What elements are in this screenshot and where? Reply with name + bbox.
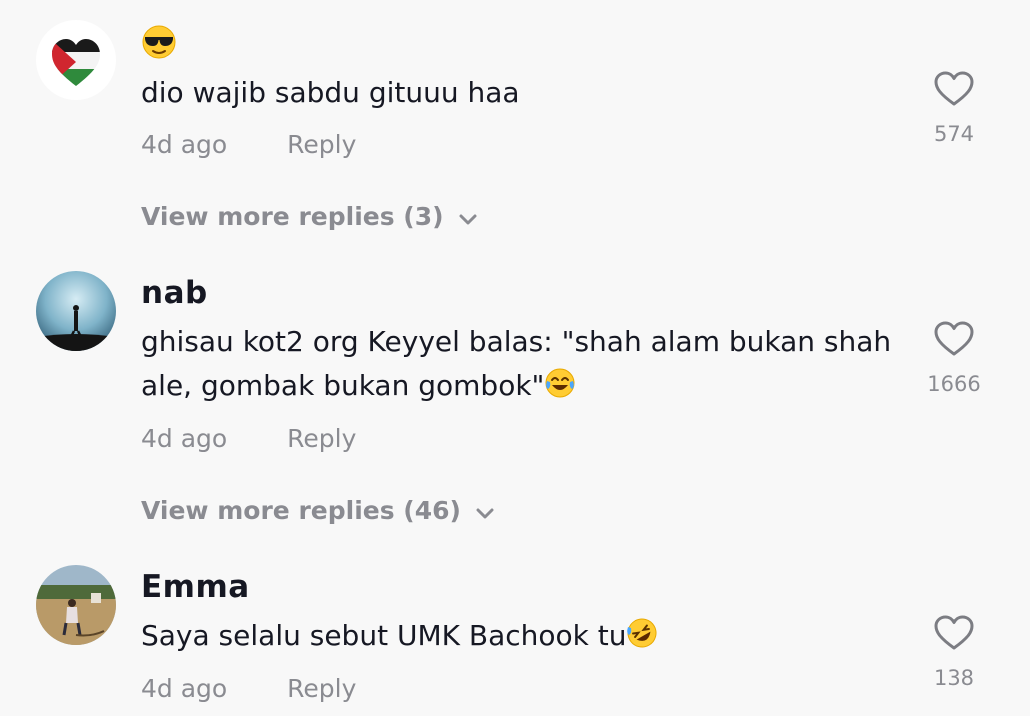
sunglasses-emoji-icon: [141, 24, 177, 64]
heart-icon[interactable]: [934, 321, 974, 357]
like-count: 1666: [927, 372, 981, 396]
reply-button[interactable]: Reply: [287, 424, 356, 453]
palestine-heart-icon: [52, 39, 100, 86]
heart-icon[interactable]: [934, 615, 974, 651]
reply-button[interactable]: Reply: [287, 674, 356, 703]
view-more-replies-button[interactable]: View more replies (46): [141, 496, 495, 527]
avatar[interactable]: [36, 20, 116, 100]
comment-text-line: Saya selalu sebut UMK Bachook tu: [141, 619, 627, 652]
comment-meta: 4d ago Reply: [141, 424, 356, 453]
chevron-down-icon: [458, 204, 478, 233]
chevron-down-icon: [475, 498, 495, 527]
heart-icon[interactable]: [934, 71, 974, 107]
comment-text: dio wajib sabdu gituuu haa: [141, 76, 520, 109]
comment-username[interactable]: nab: [141, 275, 208, 311]
comment-text-line: ale, gombak bukan gombok": [141, 369, 545, 402]
avatar[interactable]: [36, 271, 116, 351]
like-count: 574: [933, 122, 975, 146]
reply-button[interactable]: Reply: [287, 130, 356, 159]
comment-time: 4d ago: [141, 130, 228, 159]
comment-text-line: ghisau kot2 org Keyyel balas: "shah alam…: [141, 325, 892, 358]
comment-meta: 4d ago Reply: [141, 674, 356, 703]
comment-text: ghisau kot2 org Keyyel balas: "shah alam…: [141, 320, 901, 412]
view-more-replies-label: View more replies (3): [141, 202, 444, 231]
tears-of-joy-emoji-icon: [544, 367, 576, 412]
comment-time: 4d ago: [141, 674, 228, 703]
view-more-replies-button[interactable]: View more replies (3): [141, 202, 478, 233]
rolling-laughing-emoji-icon: [626, 617, 658, 662]
like-count: 138: [933, 666, 975, 690]
comment-text: Saya selalu sebut UMK Bachook tu: [141, 614, 901, 662]
comment-time: 4d ago: [141, 424, 228, 453]
avatar[interactable]: [36, 565, 116, 645]
comment-username[interactable]: Emma: [141, 569, 250, 605]
view-more-replies-label: View more replies (46): [141, 496, 461, 525]
comment-meta: 4d ago Reply: [141, 130, 356, 159]
outdoor-photo-icon: [36, 565, 116, 645]
silhouette-photo-icon: [36, 271, 116, 351]
